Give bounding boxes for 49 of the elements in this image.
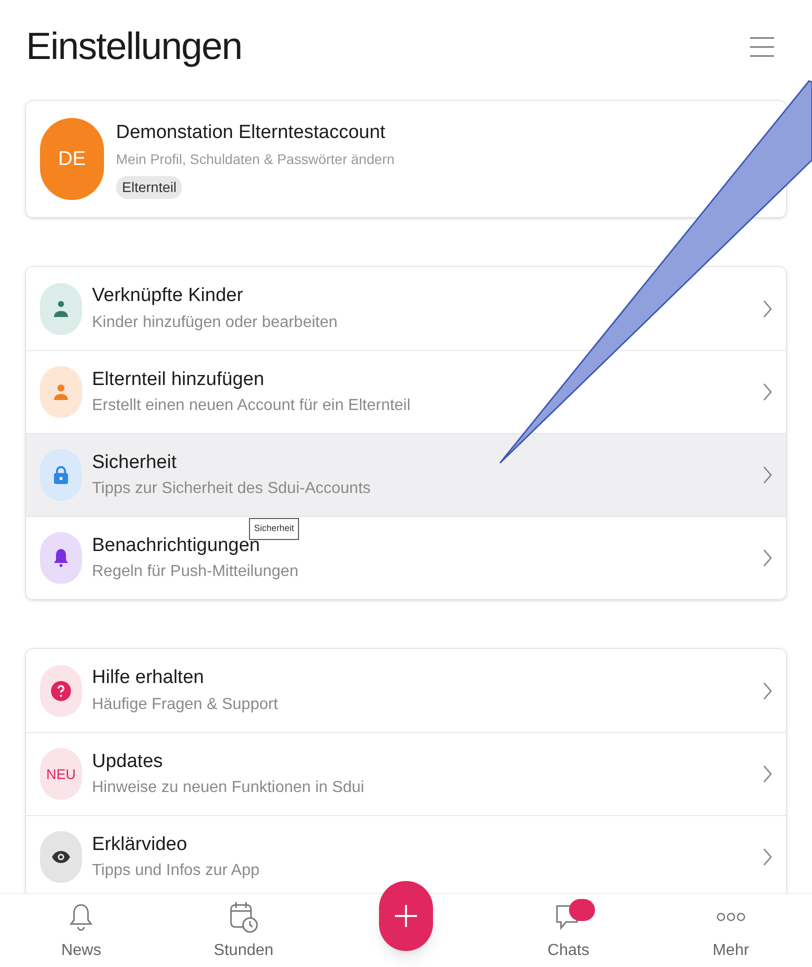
row-subtitle: Kinder hinzufügen oder bearbeiten [92,312,339,333]
chevron-right-icon [763,466,772,484]
page-title: Einstellungen [26,24,242,70]
nav-tab[interactable]: Stunden [162,893,325,963]
nav-tab[interactable]: Mehr [650,893,812,963]
child-icon [53,300,69,318]
row-title: Sicherheit [92,450,178,475]
plus-icon [395,905,418,927]
new-label: NEU [46,764,76,784]
row-subtitle: Regeln für Push-Mitteilungen [92,562,300,582]
chevron-right-icon [763,765,772,783]
person-icon [53,383,69,401]
settings-row[interactable]: Sicherheit Tipps zur Sicherheit des Sdui-Accounts [26,433,786,516]
more-icon [716,912,746,922]
settings-row[interactable]: NEU Updates Hinweise zu neuen Funktionen in Sdui [26,732,786,815]
settings-row[interactable]: Elternteil hinzufügen Erstellt einen neuen Account für ein Elternteil [26,350,786,433]
profile-subtitle: Mein Profil, Schuldaten & Passwörter ändern [116,150,395,170]
row-subtitle: Tipps zur Sicherheit des Sdui-Accounts [92,479,372,500]
chevron-right-icon [763,383,772,401]
row-subtitle: Tipps und Infos zur App [92,861,261,882]
nav-tab[interactable]: News [0,893,162,963]
row-title: Verknüpfte Kinder [92,284,244,308]
help-icon [51,680,71,700]
avatar: DE [40,118,104,200]
row-subtitle: Erstellt einen neuen Account für ein Elternteil [92,396,412,416]
row-title: Erklärvideo [92,832,188,857]
row-title: Updates [92,750,164,774]
tooltip: Sicherheit [249,518,300,540]
nav-tab[interactable]: Chats [487,893,650,963]
eye-icon [51,849,71,865]
row-title: Hilfe erhalten [92,666,205,690]
row-subtitle: Häufige Fragen & Support [92,694,279,715]
settings-row[interactable]: Hilfe erhalten Häufige Fragen & Support [26,649,786,732]
role-tag: Elternteil [116,176,182,200]
chevron-right-icon [763,549,772,567]
chevron-right-icon [763,300,772,318]
lock-icon [53,465,69,485]
row-title: Elternteil hinzufügen [92,368,266,392]
calendar-clock-icon [228,900,259,934]
row-subtitle: Hinweise zu neuen Funktionen in Sdui [92,778,366,798]
profile-name: Demonstation Elterntestaccount [116,120,386,145]
chevron-right-icon [763,848,772,866]
settings-row[interactable]: Erklärvideo Tipps und Infos zur App [26,815,786,893]
menu-icon[interactable] [750,37,774,57]
settings-row[interactable]: Verknüpfte Kinder Kinder hinzufügen oder bearbeiten [26,267,786,350]
bell-icon [69,903,94,931]
add-button[interactable] [379,881,434,951]
chevron-right-icon [763,682,772,700]
bell-icon [53,548,69,568]
